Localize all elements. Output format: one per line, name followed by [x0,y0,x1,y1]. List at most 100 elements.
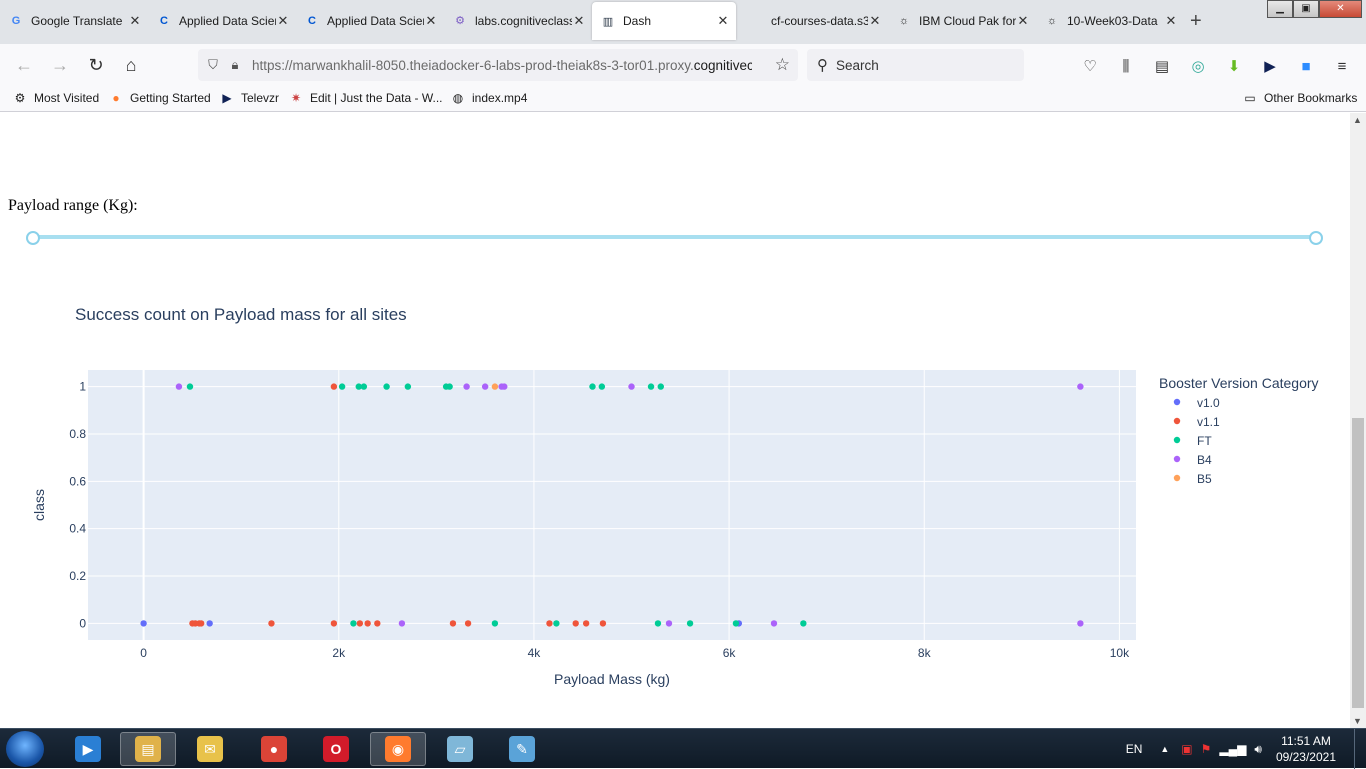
scroll-down-icon[interactable]: ▼ [1353,716,1362,726]
data-point [491,383,499,390]
tab-close-icon[interactable]: ✕ [276,13,290,29]
ibm-icon: ☼ [1046,14,1058,27]
show-desktop-button[interactable] [1354,729,1366,769]
tab-close-icon[interactable]: ✕ [572,13,586,29]
scroll-up-icon[interactable]: ▲ [1353,115,1362,125]
bookmark-getting-started[interactable]: ● Getting Started [108,90,210,106]
browser-tab[interactable]: cf-courses-data.s3.us✕ [740,0,888,41]
library-icon[interactable]: ⫼ [1116,56,1136,76]
payload-range-label: Payload range (Kg): [8,197,138,214]
browser-tab[interactable]: C Applied Data Science✕ [296,0,444,41]
network-alert-icon[interactable]: ⚑ [1201,742,1212,756]
data-point [770,620,778,627]
browser-tab[interactable]: ▥ Dash ✕ [592,2,736,40]
address-bar[interactable]: ⛉ 🔒︎ https://marwankhalil-8050.theiadock… [198,49,798,81]
volume-icon[interactable]: 🔊︎ [1254,742,1262,757]
bookmark-index-mp4[interactable]: ◍ index.mp4 [450,90,528,106]
taskbar-app[interactable]: ▶ [60,732,116,766]
taskbar-app[interactable]: ▤ [120,732,176,766]
minimize-icon[interactable]: ▁ [1267,0,1293,18]
tab-close-icon[interactable]: ✕ [716,13,730,29]
firefox-icon: ● [112,91,120,105]
bookmark-star-icon[interactable]: ☆ [775,55,790,75]
data-point [1077,620,1084,627]
slider-handle-min[interactable] [26,231,40,245]
bookmark-most-visited[interactable]: ⚙ Most Visited [12,90,100,106]
tab-close-icon[interactable]: ✕ [1164,13,1178,29]
clock[interactable]: 11:51 AM 09/23/2021 [1276,733,1336,765]
x-tick-label: 10k [1110,646,1130,660]
payload-range-slider[interactable] [33,235,1316,239]
browser-tab[interactable]: G Google Translate ✕ [0,0,148,41]
bookmark-edit-just-the-data[interactable]: ✷ Edit | Just the Data - W... [288,90,443,106]
legend-item-label: B4 [1197,453,1212,467]
zoom-extension-icon[interactable]: ■ [1296,56,1316,76]
pocket-icon[interactable]: ♡ [1080,56,1100,76]
page-scrollbar[interactable]: ▲ ▼ [1350,113,1366,728]
y-tick-label: 1 [79,380,86,394]
extension-icon[interactable]: ◎ [1188,56,1208,76]
data-point [572,620,579,627]
tab-close-icon[interactable]: ✕ [868,13,882,29]
data-point [665,620,673,627]
tray-app-icon[interactable]: ▣ [1181,742,1192,756]
data-point [197,620,205,627]
data-point [360,383,368,390]
legend-marker [1173,436,1181,444]
search-input[interactable] [836,57,1006,73]
tab-close-icon[interactable]: ✕ [1016,13,1030,29]
sidebar-icon[interactable]: ▤ [1152,56,1172,76]
chart-title: Success count on Payload mass for all si… [75,305,407,324]
tab-title: Dash [623,14,652,28]
lock-icon[interactable]: 🔒︎ [224,57,246,73]
url-text[interactable]: https://marwankhalil-8050.theiadocker-6-… [252,58,752,73]
bookmark-televzr[interactable]: ▶ Televzr [219,90,279,106]
signal-icon[interactable]: ▂▄▆ [1219,742,1246,756]
coursera-icon: C [308,14,316,27]
reload-button[interactable]: ↻ [84,53,108,77]
browser-tab[interactable]: ⚙ labs.cognitiveclass ✕ [444,0,592,41]
other-bookmarks[interactable]: ▭ Other Bookmarks [1242,90,1357,106]
search-box[interactable]: ⚲ [807,49,1024,81]
chrome-icon: ● [261,736,287,762]
outlook-icon: ✉ [197,736,223,762]
slider-handle-max[interactable] [1309,231,1323,245]
tab-close-icon[interactable]: ✕ [128,13,142,29]
clock-date: 09/23/2021 [1275,750,1336,764]
data-point [599,620,607,627]
start-button[interactable] [6,731,44,767]
browser-tab[interactable]: ☼ 10-Week03-Data ✕ [1036,0,1184,41]
home-button[interactable]: ⌂ [119,53,143,77]
language-indicator[interactable]: EN [1126,742,1143,756]
y-tick-label: 0.2 [69,569,86,583]
forward-button[interactable]: → [48,53,72,77]
legend-marker [1173,417,1181,425]
data-point [374,620,381,627]
maximize-icon[interactable]: ▣ [1293,0,1319,18]
globe-icon: ◍ [452,91,464,105]
televzr-extension-icon[interactable]: ▶ [1260,56,1280,76]
taskbar-app[interactable]: ✎ [494,732,550,766]
browser-tab[interactable]: ☼ IBM Cloud Pak for ✕ [888,0,1036,41]
shield-icon[interactable]: ⛉ [202,57,224,73]
close-window-icon[interactable]: ✕ [1319,0,1362,18]
new-tab-button[interactable]: + [1190,10,1202,33]
taskbar-app[interactable]: O [308,732,364,766]
tray-expand-icon[interactable]: ▲ [1160,744,1169,754]
taskbar-app[interactable]: ◉ [370,732,426,766]
download-icon[interactable]: ⬇ [1224,56,1244,76]
data-point [464,620,472,627]
taskbar-app[interactable]: ▱ [432,732,488,766]
menu-icon[interactable]: ≡ [1332,56,1352,76]
legend-marker [1173,474,1181,482]
back-button[interactable]: ← [12,53,36,77]
browser-tab[interactable]: C Applied Data Science✕ [148,0,296,41]
data-point [628,383,635,390]
taskbar-app[interactable]: ● [246,732,302,766]
scroll-thumb[interactable] [1352,418,1364,708]
taskbar-app[interactable]: ✉ [182,732,238,766]
legend-item-label: B5 [1197,472,1212,486]
y-tick-label: 0.4 [69,522,86,536]
legend-marker [1173,455,1181,463]
tab-close-icon[interactable]: ✕ [424,13,438,29]
